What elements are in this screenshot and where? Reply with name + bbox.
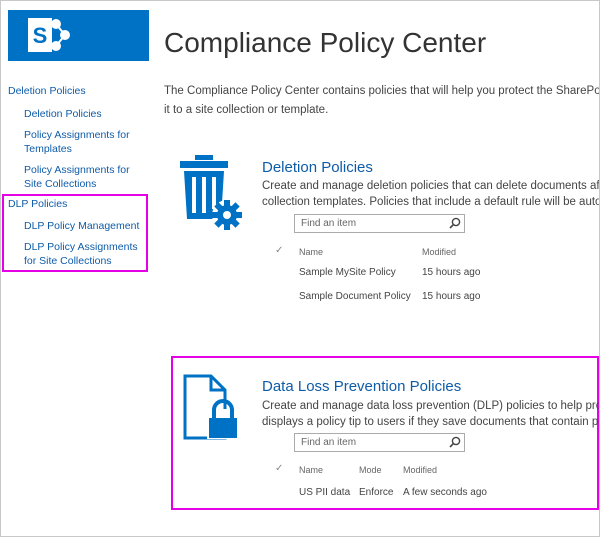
intro-text: The Compliance Policy Center contains po…	[164, 82, 600, 120]
deletion-policies-description: Create and manage deletion policies that…	[262, 178, 600, 210]
svg-text:S: S	[33, 23, 48, 48]
page-frame: S Compliance Policy Center The Complianc…	[0, 0, 600, 537]
search-icon[interactable]	[449, 436, 461, 448]
trash-gear-icon	[180, 155, 242, 230]
deletion-column-name[interactable]: Name	[299, 247, 323, 257]
dlp-search-input[interactable]: Find an item	[294, 433, 465, 452]
deletion-search-input[interactable]: Find an item	[294, 214, 465, 233]
nav-header-deletion-policies[interactable]: Deletion Policies	[8, 85, 86, 97]
dlp-column-mode[interactable]: Mode	[359, 465, 382, 475]
dlp-search-placeholder: Find an item	[301, 437, 357, 448]
deletion-row-1-name[interactable]: Sample MySite Policy	[299, 267, 396, 278]
dlp-policies-description: Create and manage data loss prevention (…	[262, 398, 600, 430]
dlp-column-name[interactable]: Name	[299, 465, 323, 475]
deletion-column-modified[interactable]: Modified	[422, 247, 456, 257]
dlp-row-1-name[interactable]: US PII data	[299, 487, 350, 498]
check-icon[interactable]: ✓	[275, 245, 283, 256]
deletion-row-2-name[interactable]: Sample Document Policy	[299, 291, 411, 302]
page-title: Compliance Policy Center	[164, 27, 487, 58]
dlp-desc-line-2: displays a policy tip to users if they s…	[262, 416, 600, 428]
nav-item-policy-assignments-templates[interactable]: Policy Assignments for Templates	[24, 128, 144, 156]
intro-line-1: The Compliance Policy Center contains po…	[164, 85, 600, 97]
dlp-row-1-modified: A few seconds ago	[403, 487, 487, 498]
dlp-policies-title[interactable]: Data Loss Prevention Policies	[262, 378, 461, 395]
dlp-row-1-mode: Enforce	[359, 487, 394, 498]
deletion-row-2-modified: 15 hours ago	[422, 291, 481, 302]
nav-highlight-box	[2, 194, 148, 272]
intro-line-2: it to a site collection or template.	[164, 104, 329, 116]
dlp-desc-line-1: Create and manage data loss prevention (…	[262, 400, 600, 412]
deletion-search-placeholder: Find an item	[301, 218, 357, 229]
sharepoint-logo[interactable]: S	[8, 10, 149, 61]
nav-item-deletion-policies[interactable]: Deletion Policies	[24, 107, 144, 121]
search-icon[interactable]	[449, 217, 461, 229]
sharepoint-logo-icon: S	[28, 18, 70, 52]
deletion-row-1-modified: 15 hours ago	[422, 267, 481, 278]
deletion-desc-line-2: collection templates. Policies that incl…	[262, 196, 600, 208]
dlp-column-modified[interactable]: Modified	[403, 465, 437, 475]
deletion-desc-line-1: Create and manage deletion policies that…	[262, 180, 600, 192]
document-lock-icon	[183, 374, 239, 440]
deletion-policies-title[interactable]: Deletion Policies	[262, 159, 373, 176]
nav-item-policy-assignments-site-collections[interactable]: Policy Assignments for Site Collections	[24, 163, 144, 191]
check-icon[interactable]: ✓	[275, 463, 283, 474]
